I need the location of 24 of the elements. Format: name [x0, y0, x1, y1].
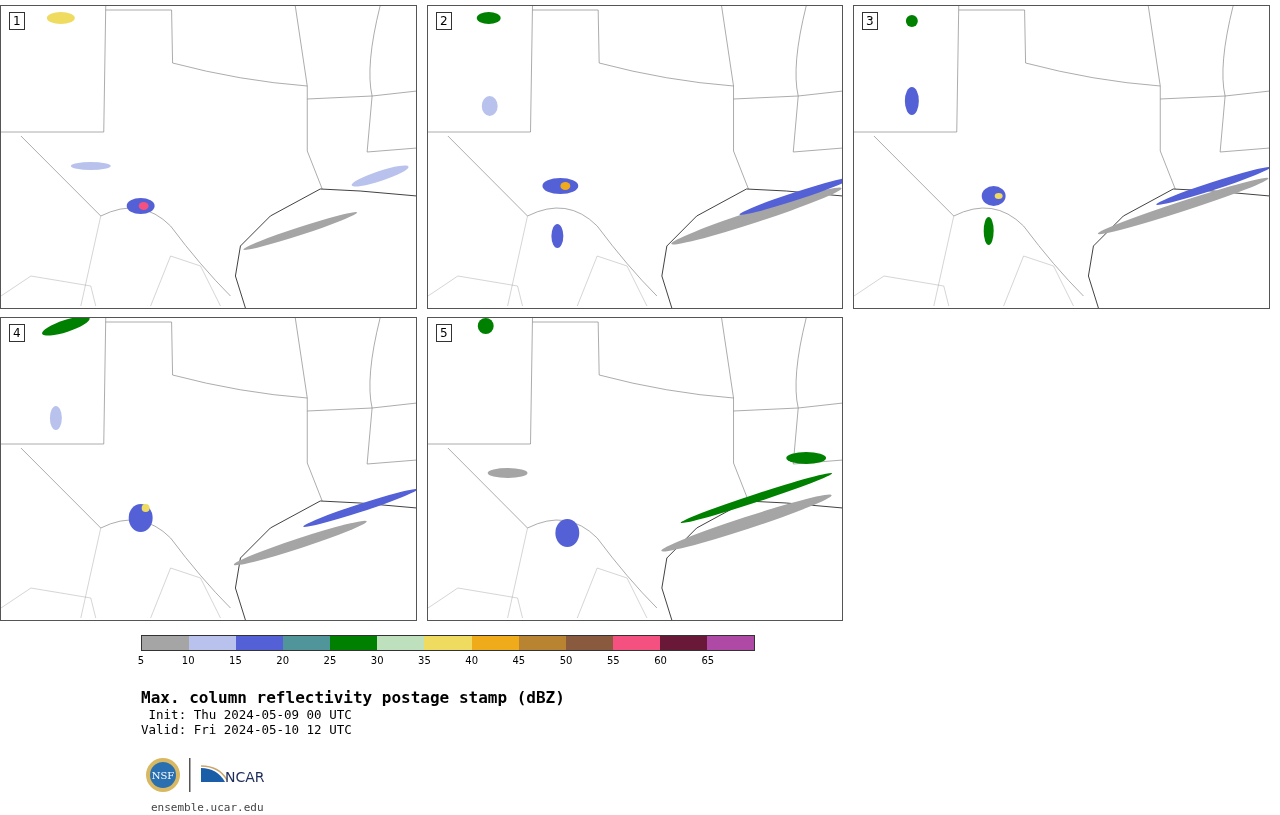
scale-tick-label: 25 — [323, 655, 337, 666]
website-url: ensemble.ucar.edu — [151, 801, 265, 814]
panel-number: 1 — [9, 12, 25, 30]
scale-tick-label: 65 — [701, 655, 715, 666]
ncar-logo: NCAR — [189, 758, 275, 792]
scale-tick-label: 60 — [654, 655, 667, 666]
nsf-logo: NSF — [145, 757, 181, 793]
scale-tick-label: 10 — [181, 655, 195, 666]
scale-tick-label: 35 — [418, 655, 431, 666]
panel-number: 4 — [9, 324, 25, 342]
scale-tick-label: 5 — [137, 655, 145, 666]
panel-number: 2 — [436, 12, 452, 30]
scale-tick-label: 15 — [229, 655, 242, 666]
scale-tick-label: 50 — [559, 655, 573, 666]
scale-tick-label: 45 — [512, 655, 526, 666]
scale-tick-label: 20 — [276, 655, 290, 666]
panel-number: 3 — [862, 12, 878, 30]
scale-tick-label: 55 — [607, 655, 620, 666]
scale-tick-label: 30 — [370, 655, 384, 666]
panel-number: 5 — [436, 324, 452, 342]
chart-title: Max. column reflectivity postage stamp (dBZ) — [141, 688, 566, 707]
scale-tick-label: 40 — [465, 655, 478, 666]
valid-time: Valid: Fri 2024-05-10 12 UTC — [141, 722, 353, 737]
init-time: Init: Thu 2024-05-09 00 UTC — [147, 707, 353, 722]
